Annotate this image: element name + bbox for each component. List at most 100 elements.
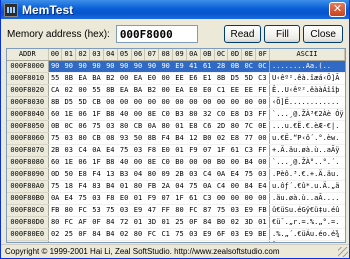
byte-cell[interactable]: 00 — [131, 156, 145, 169]
byte-cell[interactable]: 0D — [48, 168, 62, 181]
byte-cell[interactable]: 00 — [186, 156, 201, 169]
byte-cell[interactable]: CB — [131, 120, 145, 133]
byte-cell[interactable]: 67 — [103, 240, 118, 242]
byte-cell[interactable]: 75 — [75, 192, 90, 205]
byte-cell[interactable]: 03 — [89, 192, 104, 205]
byte-cell[interactable]: 00 — [227, 180, 242, 193]
byte-cell[interactable]: BE — [255, 228, 270, 241]
byte-cell[interactable]: 0F — [186, 216, 201, 229]
byte-cell[interactable]: 50 — [61, 168, 76, 181]
byte-cell[interactable]: 00 — [117, 72, 132, 85]
byte-cell[interactable]: C4 — [200, 168, 215, 181]
byte-cell[interactable]: EE — [227, 84, 242, 97]
byte-cell[interactable]: F9 — [144, 192, 159, 205]
byte-cell[interactable]: E0 — [144, 72, 159, 85]
byte-cell[interactable]: 0A — [89, 144, 104, 157]
byte-cell[interactable]: FC — [186, 204, 201, 217]
byte-cell[interactable]: 80 — [61, 204, 76, 217]
memory-row[interactable]: 000F8090 0D 50 E8 F4 13 B3 04 80 09 2B 03 C4 0A E4 75 03… — [7, 168, 345, 181]
byte-cell[interactable]: FE — [255, 240, 270, 242]
byte-cell[interactable]: F4 — [89, 168, 104, 181]
byte-cell[interactable]: 32 — [200, 108, 215, 121]
byte-cell[interactable]: 03 — [186, 168, 201, 181]
byte-cell[interactable]: 80 — [75, 132, 90, 145]
byte-cell[interactable]: 90 — [48, 60, 62, 73]
byte-cell[interactable]: 60 — [48, 108, 62, 121]
byte-cell[interactable]: FF — [158, 204, 173, 217]
byte-cell[interactable]: 03 — [131, 144, 145, 157]
byte-cell[interactable]: 8E — [144, 108, 159, 121]
byte-cell[interactable]: 2B — [48, 144, 62, 157]
byte-cell[interactable]: 25 — [172, 216, 187, 229]
byte-cell[interactable]: 61 — [186, 192, 201, 205]
byte-cell[interactable]: 03 — [227, 204, 242, 217]
byte-cell[interactable]: 90 — [131, 60, 145, 73]
byte-cell[interactable]: 00 — [131, 96, 145, 109]
byte-cell[interactable]: 0A — [144, 120, 159, 133]
byte-cell[interactable]: 01 — [158, 216, 173, 229]
byte-cell[interactable]: 00 — [214, 192, 228, 205]
byte-cell[interactable]: 02 — [48, 228, 62, 241]
byte-cell[interactable]: 84 — [241, 180, 256, 193]
byte-cell[interactable]: 61 — [200, 60, 215, 73]
byte-cell[interactable]: 90 — [75, 60, 90, 73]
byte-cell[interactable]: B4 — [241, 156, 256, 169]
byte-cell[interactable]: 02 — [117, 228, 132, 241]
byte-cell[interactable]: 80 — [131, 180, 145, 193]
byte-cell[interactable]: 1F — [89, 108, 104, 121]
memory-row[interactable]: 000F80E0 02 25 0F 84 B4 02 80 FC C1 75 03 E9 6F 03 E9 BE… — [7, 228, 345, 241]
byte-cell[interactable]: 75 — [89, 120, 104, 133]
byte-cell[interactable]: 7C — [241, 120, 256, 133]
byte-cell[interactable]: B4 — [103, 228, 118, 241]
byte-cell[interactable]: EE — [172, 72, 187, 85]
byte-cell[interactable]: 00 — [227, 96, 242, 109]
byte-cell[interactable]: 80 — [158, 120, 173, 133]
byte-cell[interactable]: C2 — [48, 240, 62, 242]
memory-row[interactable]: 000F8030 8B D5 5D CB 00 00 00 00 00 00 00 00 00 00 00 00… — [7, 96, 345, 109]
byte-cell[interactable]: 00 — [200, 96, 215, 109]
byte-cell[interactable]: 0A — [214, 168, 228, 181]
byte-cell[interactable]: 03 — [75, 240, 90, 242]
byte-cell[interactable]: 1E — [61, 156, 76, 169]
byte-cell[interactable]: 90 — [61, 60, 76, 73]
byte-cell[interactable]: 03 — [227, 228, 242, 241]
byte-cell[interactable]: AF — [75, 216, 90, 229]
byte-cell[interactable]: FB — [255, 204, 270, 217]
byte-cell[interactable]: 0E — [255, 120, 270, 133]
memory-row[interactable]: 000F8020 CA 02 00 55 8B EA BA B2 00 EA E0 E0 C1 EE EE FE… — [7, 84, 345, 97]
byte-cell[interactable]: 80 — [227, 120, 242, 133]
byte-cell[interactable]: 04 — [131, 168, 145, 181]
byte-cell[interactable]: 1E — [61, 108, 76, 121]
byte-cell[interactable]: EE — [241, 84, 256, 97]
byte-cell[interactable]: F8 — [103, 192, 118, 205]
byte-cell[interactable]: C6 — [200, 120, 215, 133]
byte-cell[interactable]: 8B — [214, 72, 228, 85]
byte-cell[interactable]: 03 — [186, 228, 201, 241]
byte-cell[interactable]: 28 — [214, 60, 228, 73]
byte-cell[interactable]: 80 — [131, 240, 145, 242]
byte-cell[interactable]: FC — [144, 228, 159, 241]
byte-cell[interactable]: 00 — [227, 192, 242, 205]
byte-cell[interactable]: 90 — [89, 60, 104, 73]
byte-cell[interactable]: 90 — [103, 60, 118, 73]
byte-cell[interactable]: 8B — [103, 84, 118, 97]
memory-grid[interactable]: ADDR 00 01 02 03 04 05 06 07 08 09 0A 0B 0C 0D 0E 0F ASCI… — [6, 48, 346, 243]
byte-cell[interactable]: 03 — [61, 132, 76, 145]
byte-cell[interactable]: 84 — [89, 228, 104, 241]
byte-cell[interactable]: 0C — [241, 60, 256, 73]
byte-cell[interactable]: 00 — [158, 72, 173, 85]
byte-cell[interactable]: 06 — [75, 120, 90, 133]
memory-row[interactable]: 000F80C0 FB 80 FC 53 75 03 E9 47 FF 80 FC 87 75 03 E9 FB… — [7, 204, 345, 217]
byte-cell[interactable]: FF — [255, 108, 270, 121]
byte-cell[interactable]: E0 — [117, 192, 132, 205]
byte-cell[interactable]: 87 — [200, 204, 215, 217]
byte-cell[interactable]: 00 — [103, 96, 118, 109]
byte-cell[interactable]: 72 — [117, 216, 132, 229]
byte-cell[interactable]: BA — [89, 72, 104, 85]
byte-cell[interactable]: 25 — [61, 228, 76, 241]
byte-cell[interactable]: 53 — [89, 204, 104, 217]
byte-cell[interactable]: 0F — [89, 216, 104, 229]
byte-cell[interactable]: 02 — [61, 84, 76, 97]
byte-cell[interactable]: 00 — [158, 84, 173, 97]
byte-cell[interactable]: CA — [48, 84, 62, 97]
